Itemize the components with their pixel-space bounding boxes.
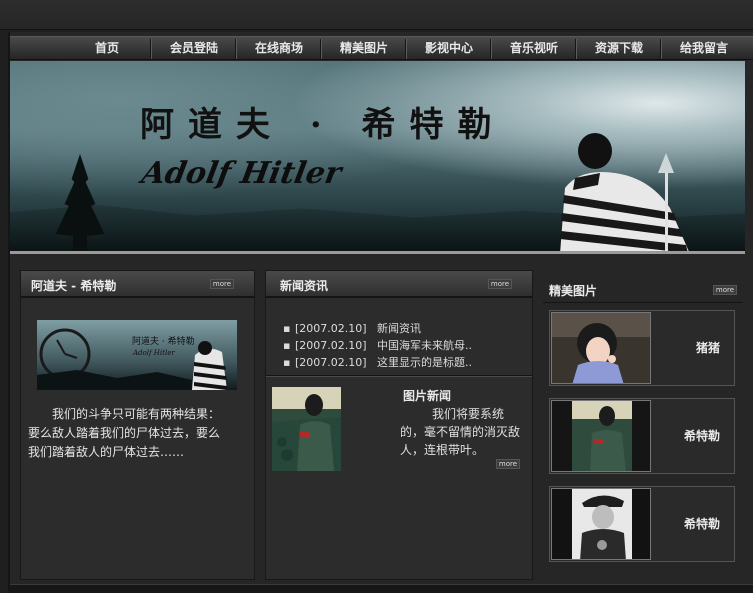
intro-thumbnail[interactable]: 阿道夫 · 希特勒 Adolf Hitler [37,320,237,390]
news-item-headline: 这里显示的是标题.. [377,356,472,369]
gallery-item-name: 希特勒 [683,517,720,531]
gallery-item-name: 猪猪 [695,341,720,355]
news-item[interactable]: ▪ [2007.02.10] 中国海军未来航母.. [283,337,528,354]
news-divider [266,375,532,377]
gallery-image [551,400,651,472]
intro-panel-header: 阿道夫 - 希特勒 more [21,271,254,298]
nav-item-member-login[interactable]: 会员登陆 [152,37,236,60]
nav-item-home[interactable]: 首页 [74,37,140,60]
nav-item-pictures[interactable]: 精美图片 [322,37,406,60]
intro-text: 我们的斗争只可能有两种结果：要么敌人踏着我们的尸体过去，要么我们踏着敌人的尸体过… [28,407,221,459]
news-item-date: [2007.02.10] [295,322,367,335]
bullet-icon: ▪ [283,356,291,369]
picture-news-text: 我们将要系统的，毫不留情的消灭敌人，连根带叶。 [400,407,521,457]
gallery-item[interactable]: 希特勒 [549,486,735,562]
news-item[interactable]: ▪ [2007.02.10] 这里显示的是标题.. [283,354,528,371]
news-panel-title: 新闻资讯 [280,279,329,293]
picture-news-title: 图片新闻 [403,389,452,403]
gallery-image [551,488,651,560]
picture-news-more-button[interactable]: more [496,459,520,469]
gallery-item-name: 希特勒 [683,429,720,443]
news-item[interactable]: ▪ [2007.02.10] 新闻资讯 [283,320,528,337]
news-more-button[interactable]: more [488,279,512,289]
banner-title-cn: 阿道夫 · 希特勒 [140,105,506,145]
nav-item-guestbook[interactable]: 给我留言 [662,37,746,60]
footer-bar [10,584,753,593]
svg-text:Adolf Hitler: Adolf Hitler [132,349,175,357]
gallery-item[interactable]: 希特勒 [549,398,735,474]
gallery-item[interactable]: 猪猪 [549,310,735,386]
svg-text:阿道夫 · 希特勒: 阿道夫 · 希特勒 [132,335,195,347]
top-strip [0,0,753,30]
gallery-more-button[interactable]: more [713,285,737,295]
nav-item-downloads[interactable]: 资源下载 [577,37,661,60]
bullet-icon: ▪ [283,322,291,335]
gallery-image [551,312,651,384]
bullet-icon: ▪ [283,339,291,352]
news-panel-header: 新闻资讯 more [266,271,532,298]
nav-item-music[interactable]: 音乐视听 [492,37,576,60]
news-item-date: [2007.02.10] [295,339,367,352]
news-item-headline: 新闻资讯 [377,322,421,335]
banner-bottom-line [10,251,745,254]
nav-item-online-mall[interactable]: 在线商场 [237,37,321,60]
main-nav: 首页 会员登陆 在线商场 精美图片 影视中心 音乐视听 资源下载 给我留言 [10,36,753,60]
banner-figure-illustration [560,133,690,254]
intro-panel-title: 阿道夫 - 希特勒 [31,279,117,293]
news-item-headline: 中国海军未来航母.. [377,339,472,352]
nav-item-video-center[interactable]: 影视中心 [407,37,491,60]
gallery-panel-title: 精美图片 [549,284,598,298]
intro-more-button[interactable]: more [210,279,234,289]
header-banner: 阿道夫 · 希特勒 Adolf Hitler [10,61,745,254]
gallery-panel-header: 精美图片 more [543,279,743,303]
banner-title-en: Adolf Hitler [138,156,344,191]
news-item-date: [2007.02.10] [295,356,367,369]
picture-news-thumbnail[interactable] [272,387,341,471]
news-list: ▪ [2007.02.10] 新闻资讯 ▪ [2007.02.10] 中国海军未来航母.… [283,320,528,371]
